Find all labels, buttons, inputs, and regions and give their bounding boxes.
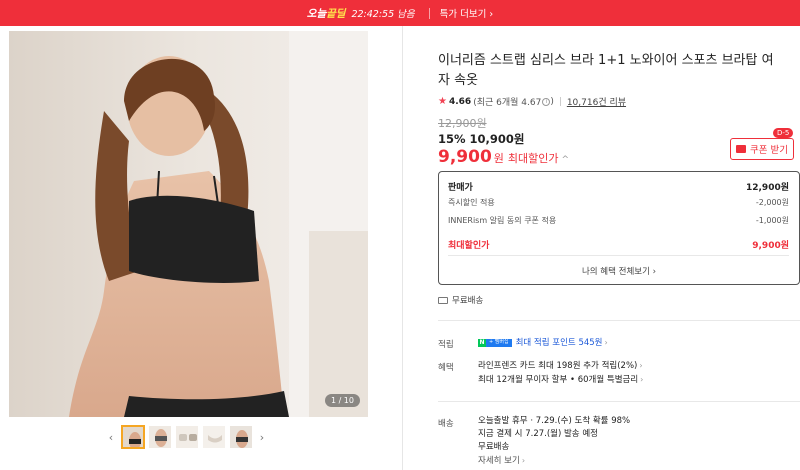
coupon-button[interactable]: 쿠폰 받기 [730,138,794,160]
coupon-icon [736,145,746,153]
thumbnail-strip: ‹ › [103,425,270,449]
coupon-label: 쿠폰 받기 [750,145,788,156]
chevron-right-icon: › [521,456,526,465]
breakdown-row-total: 최대할인가 9,900원 [448,238,789,251]
deal-timer: 22:42:55 남음 [351,9,415,20]
max-price-unit: 원 [493,152,504,165]
column-divider [402,26,403,470]
section-divider [438,320,800,321]
thumbnail-4[interactable] [202,425,226,449]
info-icon[interactable]: i [542,97,551,106]
thumbnail-1[interactable] [120,425,145,449]
breakdown-key: INNERism 알림 동의 쿠폰 적용 [448,216,557,225]
collapse-caret-icon[interactable]: ^ [562,155,570,165]
breakdown-row: 판매가 12,900원 [448,180,789,193]
naver-n-icon: N [478,338,486,347]
more-deals-link[interactable]: 특가 더보기 › [440,6,494,20]
breakdown-value: 9,900원 [752,241,789,251]
image-counter: 1 / 10 [324,394,360,407]
benefit-installment: 최대 12개월 무이자 할부 • 60개월 특별금리 [478,375,639,385]
rating-summary: ★ 4.66 (최근 6개월 4.67 i ) 10,716건 리뷰 [438,95,626,108]
original-price: 12,900원 [438,117,487,130]
thumb-prev-arrow[interactable]: ‹ [103,426,119,448]
truck-icon [438,296,448,304]
product-title: 이너리즘 스트랩 심리스 브라 1+1 노와이어 스포츠 브라탑 여자 속옷 [438,53,774,88]
max-price-label: 최대할인가 [507,152,559,165]
rating-recent-close: ) [550,96,554,107]
delivery-eta: 오늘출발 휴무 · 7.29.(수) 도착 확률 98% [478,416,631,426]
price-breakdown-box: 판매가 12,900원 즉시할인 적용 -2,000원 INNERism 알림 … [438,171,800,285]
product-main-image[interactable]: 1 / 10 [9,31,368,417]
rating-score: 4.66 [448,96,472,107]
delivery-value: 오늘출발 휴무 · 7.29.(수) 도착 확률 98% 지금 결제 시 7.2… [478,415,630,468]
coupon-dday-badge: D-5 [773,128,794,138]
review-count-link[interactable]: 10,716건 리뷰 [567,95,626,108]
benefit-card: 라인프렌즈 카드 최대 198원 추가 적립(2%) [478,361,638,371]
deal-brand: 오늘끝딜 [306,7,346,20]
deal-banner: 오늘끝딜 22:42:55 남음 특가 더보기 › [0,0,800,26]
delivery-ship-date: 지금 결제 시 7.27.(월) 발송 예정 [478,429,598,439]
rating-divider [559,97,561,106]
breakdown-key: 즉시할인 적용 [448,198,495,207]
breakdown-value: -1,000원 [755,216,789,225]
thumb-next-arrow[interactable]: › [254,426,270,448]
delivery-free: 무료배송 [478,442,510,452]
delivery-details-link[interactable]: 자세히 보기 › [478,454,630,468]
breakdown-divider [448,255,789,256]
section-divider [438,401,800,402]
delivery-label: 배송 [438,419,454,429]
points-text: 최대 적립 포인트 545원 [515,338,603,348]
membership-tag: + 멤버십 [486,338,512,347]
points-label: 적립 [438,340,454,350]
rating-recent: (최근 6개월 4.67 [473,98,542,108]
breakdown-value: 12,900원 [745,183,789,193]
star-icon: ★ [438,96,447,107]
view-all-benefits-link[interactable]: 나의 혜택 전체보기 › [439,265,799,277]
breakdown-row: INNERism 알림 동의 쿠폰 적용 -1,000원 [448,215,789,226]
chevron-right-icon: › [639,361,643,370]
thumbnail-2[interactable] [148,425,172,449]
points-value[interactable]: N + 멤버십 최대 적립 포인트 545원 › [478,336,608,350]
max-price-number: 9,900 [438,147,492,167]
breakdown-key: 판매가 [448,183,473,193]
max-discount-price[interactable]: 9,900 원 최대할인가 ^ [438,147,569,167]
free-shipping-badge: 무료배송 [438,294,483,306]
chevron-right-icon: › [640,375,644,384]
npay-membership-icon: N + 멤버십 [478,338,512,347]
thumbnail-5[interactable] [229,425,253,449]
thumbnail-3[interactable] [175,425,199,449]
benefits-label: 혜택 [438,363,454,373]
discount-price: 15% 10,900원 [438,132,525,146]
breakdown-row: 즉시할인 적용 -2,000원 [448,197,789,208]
benefits-value[interactable]: 라인프렌즈 카드 최대 198원 추가 적립(2%) › 최대 12개월 무이자 … [478,359,643,387]
banner-divider [428,7,430,19]
breakdown-key: 최대할인가 [448,241,490,251]
free-shipping-label: 무료배송 [452,296,484,306]
chevron-right-icon: › [604,338,608,347]
breakdown-value: -2,000원 [755,198,789,207]
